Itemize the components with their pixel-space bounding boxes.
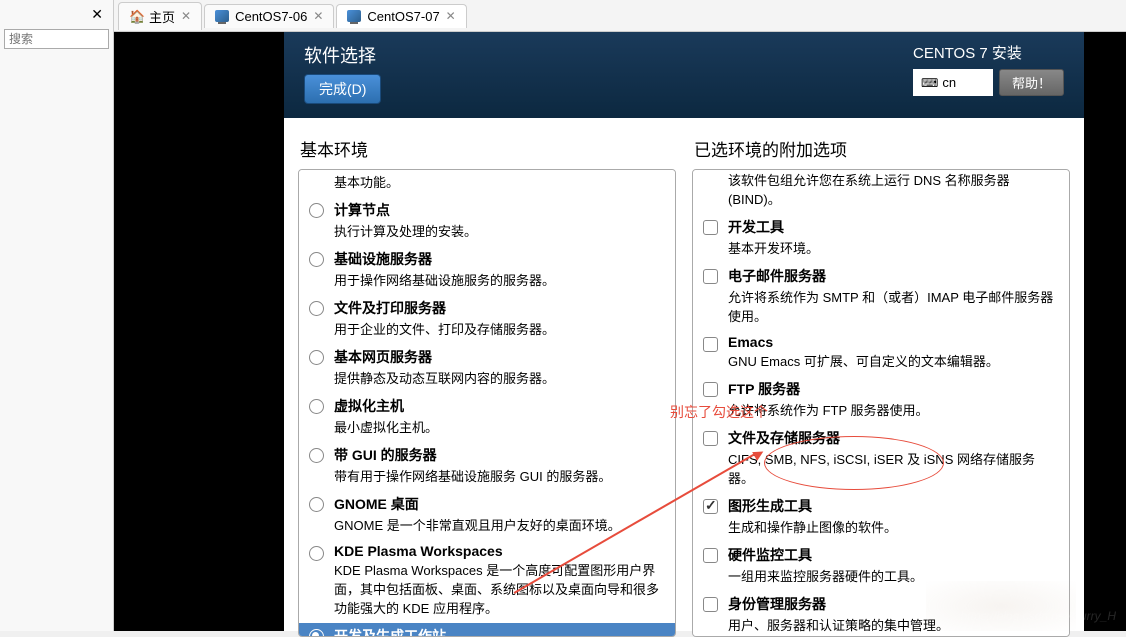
checkbox-icon[interactable] bbox=[703, 220, 718, 235]
right-column-title: 已选环境的附加选项 bbox=[692, 136, 1070, 161]
addon-item[interactable]: 文件及存储服务器CIFS, SMB, NFS, iSCSI, iSER 及 iS… bbox=[693, 425, 1069, 493]
keyboard-icon: ⌨ bbox=[921, 76, 938, 90]
radio-icon bbox=[309, 301, 324, 316]
tab-vm2[interactable]: CentOS7-07 ✕ bbox=[336, 4, 466, 28]
radio-icon bbox=[309, 399, 324, 414]
radio-icon bbox=[309, 497, 324, 512]
tab-vm1[interactable]: CentOS7-06 ✕ bbox=[204, 4, 334, 28]
checkbox-icon[interactable] bbox=[703, 269, 718, 284]
left-column-title: 基本环境 bbox=[298, 136, 676, 161]
item-title: 开发工具 bbox=[728, 217, 1059, 237]
environment-item[interactable]: 基础设施服务器用于操作网络基础设施服务的服务器。 bbox=[299, 246, 675, 295]
watermark: https://blog.csdn.net/Curry_H bbox=[961, 609, 1116, 623]
checkbox-icon[interactable] bbox=[703, 499, 718, 514]
tab-bar: 🏠 主页 ✕ CentOS7-06 ✕ CentOS7-07 ✕ bbox=[114, 0, 1126, 32]
home-icon: 🏠 bbox=[129, 9, 143, 23]
tab-label: 主页 bbox=[149, 7, 175, 26]
item-title: 开发及生成工作站 bbox=[334, 626, 665, 637]
lang-code: cn bbox=[942, 75, 956, 90]
item-title: 基础设施服务器 bbox=[334, 249, 665, 269]
item-desc: GNU Emacs 可扩展、可自定义的文本编辑器。 bbox=[728, 351, 1059, 370]
item-title: 最小安装 bbox=[334, 169, 665, 171]
addon-item[interactable]: FTP 服务器允许将系统作为 FTP 服务器使用。 bbox=[693, 376, 1069, 425]
item-title: 虚拟化主机 bbox=[334, 396, 665, 416]
checkbox-icon[interactable] bbox=[703, 337, 718, 352]
item-title: Emacs bbox=[728, 334, 1059, 350]
environment-item[interactable]: 计算节点执行计算及处理的安装。 bbox=[299, 197, 675, 246]
checkbox-icon[interactable] bbox=[703, 597, 718, 612]
close-icon[interactable]: ✕ bbox=[313, 9, 323, 23]
avatar-watermark bbox=[926, 581, 1076, 631]
radio-icon bbox=[309, 629, 324, 637]
item-title: 图形生成工具 bbox=[728, 496, 1059, 516]
install-title: CENTOS 7 安装 bbox=[913, 42, 1064, 63]
item-title: GNOME 桌面 bbox=[334, 494, 665, 514]
addon-item[interactable]: 电子邮件服务器允许将系统作为 SMTP 和（或者）IMAP 电子邮件服务器使用。 bbox=[693, 263, 1069, 331]
checkbox-icon[interactable] bbox=[703, 548, 718, 563]
environment-item[interactable]: 基本网页服务器提供静态及动态互联网内容的服务器。 bbox=[299, 344, 675, 393]
done-button[interactable]: 完成(D) bbox=[304, 74, 381, 104]
radio-icon bbox=[309, 350, 324, 365]
item-title: 基本网页服务器 bbox=[334, 347, 665, 367]
vm-icon bbox=[215, 10, 229, 22]
radio-icon bbox=[309, 546, 324, 561]
addon-item[interactable]: EmacsGNU Emacs 可扩展、可自定义的文本编辑器。 bbox=[693, 331, 1069, 376]
item-desc: 基本开发环境。 bbox=[728, 238, 1059, 257]
close-icon[interactable]: ✕ bbox=[4, 4, 109, 25]
item-title: FTP 服务器 bbox=[728, 379, 1059, 399]
environment-item[interactable]: 虚拟化主机最小虚拟化主机。 bbox=[299, 393, 675, 442]
close-icon[interactable]: ✕ bbox=[446, 9, 456, 23]
addon-desc-partial: 该软件包组允许您在系统上运行 DNS 名称服务器 (BIND)。 bbox=[693, 170, 1069, 214]
item-desc: 带有用于操作网络基础设施服务 GUI 的服务器。 bbox=[334, 466, 665, 485]
addon-item[interactable]: 图形生成工具生成和操作静止图像的软件。 bbox=[693, 493, 1069, 542]
item-desc: KDE Plasma Workspaces 是一个高度可配置图形用户界面，其中包… bbox=[334, 560, 665, 617]
tab-home[interactable]: 🏠 主页 ✕ bbox=[118, 2, 202, 30]
environment-list[interactable]: 最小安装基本功能。计算节点执行计算及处理的安装。基础设施服务器用于操作网络基础设… bbox=[298, 169, 676, 637]
left-sidebar: ✕ bbox=[0, 0, 114, 631]
environment-item[interactable]: KDE Plasma WorkspacesKDE Plasma Workspac… bbox=[299, 540, 675, 623]
addon-item[interactable]: 开发工具基本开发环境。 bbox=[693, 214, 1069, 263]
item-title: 文件及打印服务器 bbox=[334, 298, 665, 318]
environment-item[interactable]: 最小安装基本功能。 bbox=[299, 169, 675, 197]
item-desc: 最小虚拟化主机。 bbox=[334, 417, 665, 436]
addon-list[interactable]: 该软件包组允许您在系统上运行 DNS 名称服务器 (BIND)。开发工具基本开发… bbox=[692, 169, 1070, 637]
item-title: 硬件监控工具 bbox=[728, 545, 1059, 565]
tab-label: CentOS7-07 bbox=[367, 9, 439, 24]
radio-icon bbox=[309, 448, 324, 463]
environment-item[interactable]: 带 GUI 的服务器带有用于操作网络基础设施服务 GUI 的服务器。 bbox=[299, 442, 675, 491]
item-desc: 用于操作网络基础设施服务的服务器。 bbox=[334, 270, 665, 289]
item-desc: 提供静态及动态互联网内容的服务器。 bbox=[334, 368, 665, 387]
item-desc: 生成和操作静止图像的软件。 bbox=[728, 517, 1059, 536]
environment-item[interactable]: 开发及生成工作站用于软件、硬件、图形或者内容开发的工作站。 bbox=[299, 623, 675, 637]
installer-window: 软件选择 完成(D) CENTOS 7 安装 ⌨ cn 帮助！ bbox=[284, 32, 1084, 631]
item-title: 计算节点 bbox=[334, 200, 665, 220]
radio-icon bbox=[309, 203, 324, 218]
search-input[interactable] bbox=[4, 29, 109, 49]
item-desc: CIFS, SMB, NFS, iSCSI, iSER 及 iSNS 网络存储服… bbox=[728, 449, 1059, 487]
item-desc: GNOME 是一个非常直观且用户友好的桌面环境。 bbox=[334, 515, 665, 534]
checkbox-icon[interactable] bbox=[703, 431, 718, 446]
item-desc: 允许将系统作为 FTP 服务器使用。 bbox=[728, 400, 1059, 419]
environment-item[interactable]: 文件及打印服务器用于企业的文件、打印及存储服务器。 bbox=[299, 295, 675, 344]
vm-icon bbox=[347, 10, 361, 22]
radio-icon bbox=[309, 252, 324, 267]
item-desc: 执行计算及处理的安装。 bbox=[334, 221, 665, 240]
installer-header: 软件选择 完成(D) CENTOS 7 安装 ⌨ cn 帮助！ bbox=[284, 32, 1084, 118]
tab-label: CentOS7-06 bbox=[235, 9, 307, 24]
page-title: 软件选择 bbox=[304, 42, 381, 68]
item-desc: 允许将系统作为 SMTP 和（或者）IMAP 电子邮件服务器使用。 bbox=[728, 287, 1059, 325]
item-desc: 用于企业的文件、打印及存储服务器。 bbox=[334, 319, 665, 338]
help-button[interactable]: 帮助！ bbox=[999, 69, 1064, 96]
item-title: 文件及存储服务器 bbox=[728, 428, 1059, 448]
item-desc: 基本功能。 bbox=[334, 172, 665, 191]
item-title: 带 GUI 的服务器 bbox=[334, 445, 665, 465]
item-title: KDE Plasma Workspaces bbox=[334, 543, 665, 559]
item-title: 电子邮件服务器 bbox=[728, 266, 1059, 286]
checkbox-icon[interactable] bbox=[703, 382, 718, 397]
close-icon[interactable]: ✕ bbox=[181, 9, 191, 23]
vm-viewport: 软件选择 完成(D) CENTOS 7 安装 ⌨ cn 帮助！ bbox=[114, 32, 1126, 631]
language-selector[interactable]: ⌨ cn bbox=[913, 69, 993, 96]
